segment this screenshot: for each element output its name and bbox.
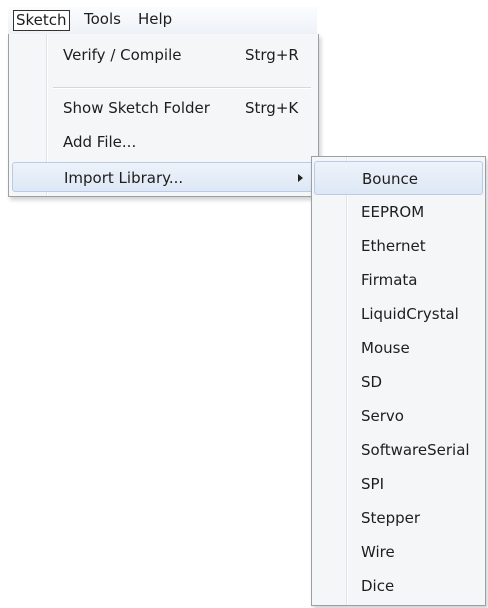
menu-item-label: Add File... <box>63 133 137 151</box>
library-label: Dice <box>361 577 395 595</box>
library-item-wire[interactable]: Wire <box>312 535 485 569</box>
menu-item-import-library[interactable]: Import Library... <box>12 162 314 192</box>
shortcut-label: Strg+K <box>245 99 299 117</box>
library-item-dice[interactable]: Dice <box>312 569 485 603</box>
library-item-liquidcrystal[interactable]: LiquidCrystal <box>312 297 485 331</box>
sketch-dropdown-menu: Verify / Compile Strg+R Show Sketch Fold… <box>8 34 319 197</box>
library-label: Firmata <box>361 271 418 289</box>
library-item-servo[interactable]: Servo <box>312 399 485 433</box>
library-label: SoftwareSerial <box>361 441 470 459</box>
menu-bar: Sketch Tools Help <box>8 7 317 35</box>
menu-item-add-file[interactable]: Add File... <box>9 127 318 157</box>
library-item-softwareserial[interactable]: SoftwareSerial <box>312 433 485 467</box>
menu-sketch[interactable]: Sketch <box>13 10 70 31</box>
import-library-submenu: Bounce EEPROM Ethernet Firmata LiquidCry… <box>311 156 486 606</box>
library-label: LiquidCrystal <box>361 305 459 323</box>
menu-separator <box>53 87 311 89</box>
submenu-arrow-icon <box>298 174 303 182</box>
menu-item-verify-compile[interactable]: Verify / Compile Strg+R <box>9 40 318 70</box>
library-label: Servo <box>361 407 404 425</box>
library-label: Wire <box>361 543 395 561</box>
menu-item-label: Verify / Compile <box>63 46 182 64</box>
library-item-sd[interactable]: SD <box>312 365 485 399</box>
library-label: Stepper <box>361 509 421 527</box>
menu-item-label: Import Library... <box>64 169 184 187</box>
library-item-eeprom[interactable]: EEPROM <box>312 195 485 229</box>
library-item-stepper[interactable]: Stepper <box>312 501 485 535</box>
library-label: SPI <box>361 475 384 493</box>
library-item-spi[interactable]: SPI <box>312 467 485 501</box>
library-item-mouse[interactable]: Mouse <box>312 331 485 365</box>
menu-item-show-sketch-folder[interactable]: Show Sketch Folder Strg+K <box>9 93 318 123</box>
library-item-firmata[interactable]: Firmata <box>312 263 485 297</box>
menu-tools[interactable]: Tools <box>82 10 123 29</box>
library-label: Mouse <box>361 339 410 357</box>
library-label: SD <box>361 373 383 391</box>
menu-help[interactable]: Help <box>136 10 174 29</box>
library-label: Ethernet <box>361 237 426 255</box>
shortcut-label: Strg+R <box>245 46 299 64</box>
library-label: Bounce <box>362 170 418 188</box>
library-item-ethernet[interactable]: Ethernet <box>312 229 485 263</box>
library-label: EEPROM <box>361 203 425 221</box>
menu-item-label: Show Sketch Folder <box>63 99 210 117</box>
library-item-bounce[interactable]: Bounce <box>314 161 483 195</box>
